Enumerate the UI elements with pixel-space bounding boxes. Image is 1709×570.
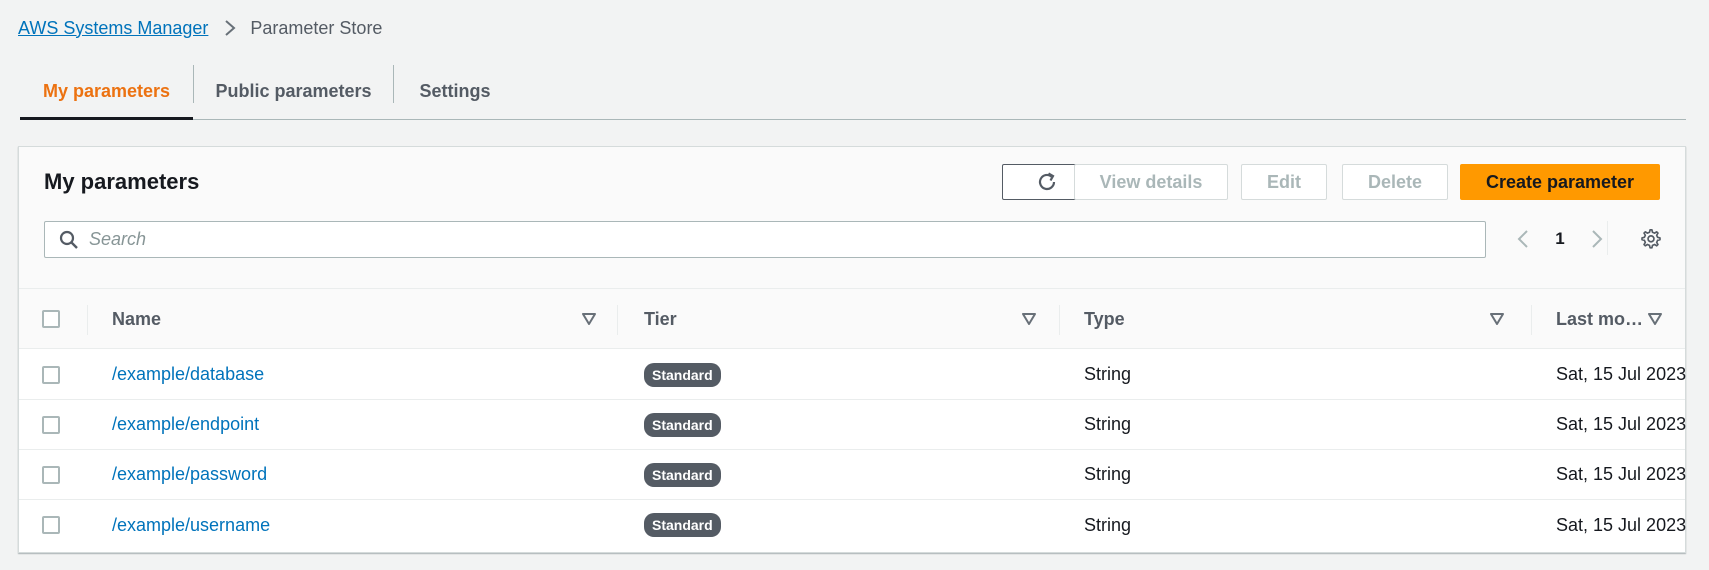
tab-bar: My parameters Public parameters Settings bbox=[20, 64, 1686, 120]
row-checkbox[interactable] bbox=[42, 366, 60, 384]
column-header-last-modified[interactable]: Last mo… bbox=[1556, 289, 1643, 349]
type-cell: String bbox=[1084, 364, 1132, 384]
parameter-name-link[interactable]: /example/password bbox=[112, 464, 267, 485]
row-checkbox[interactable] bbox=[42, 516, 60, 534]
tier-badge: Standard bbox=[644, 412, 721, 437]
delete-button[interactable]: Delete bbox=[1342, 164, 1448, 200]
select-all-checkbox[interactable] bbox=[42, 310, 60, 328]
type-cell: String bbox=[1084, 464, 1132, 484]
column-divider bbox=[1531, 305, 1532, 335]
row-checkbox[interactable] bbox=[42, 466, 60, 484]
tier-badge: Standard bbox=[644, 362, 721, 387]
type-cell: String bbox=[1084, 514, 1132, 535]
table-row[interactable]: /example/endpoint Standard String Sat, 1… bbox=[19, 400, 1687, 450]
refresh-icon bbox=[1035, 170, 1059, 194]
current-page-number[interactable]: 1 bbox=[1537, 229, 1583, 249]
last-modified-cell: Sat, 15 Jul 2023 bbox=[1556, 364, 1687, 384]
gear-icon[interactable] bbox=[1637, 225, 1665, 253]
tier-badge: Standard bbox=[644, 462, 721, 487]
parameter-name-link[interactable]: /example/database bbox=[112, 364, 264, 385]
type-cell: String bbox=[1084, 414, 1132, 434]
parameter-name-link[interactable]: /example/endpoint bbox=[112, 414, 259, 435]
column-header-type[interactable]: Type bbox=[1084, 289, 1125, 349]
search-icon bbox=[59, 230, 79, 250]
tab-my-parameters[interactable]: My parameters bbox=[20, 64, 193, 120]
sort-down-icon[interactable] bbox=[1489, 311, 1505, 327]
column-header-name[interactable]: Name bbox=[112, 289, 161, 349]
edit-button[interactable]: Edit bbox=[1241, 164, 1327, 200]
last-modified-cell: Sat, 15 Jul 2023 bbox=[1556, 414, 1687, 434]
sort-down-icon[interactable] bbox=[581, 311, 597, 327]
pager-divider bbox=[1607, 221, 1608, 255]
tier-badge: Standard bbox=[644, 513, 721, 537]
column-divider bbox=[87, 305, 88, 335]
search-box bbox=[44, 221, 1486, 258]
chevron-right-icon bbox=[224, 19, 236, 37]
panel-title: My parameters bbox=[44, 169, 200, 194]
row-checkbox[interactable] bbox=[42, 416, 60, 434]
breadcrumb: AWS Systems Manager Parameter Store bbox=[18, 16, 382, 40]
breadcrumb-current: Parameter Store bbox=[250, 17, 383, 38]
sort-down-icon[interactable] bbox=[1021, 311, 1037, 327]
pagination: 1 bbox=[1509, 219, 1611, 259]
search-input[interactable] bbox=[89, 222, 1485, 257]
tab-settings[interactable]: Settings bbox=[394, 64, 516, 119]
tab-public-parameters[interactable]: Public parameters bbox=[194, 64, 393, 119]
table-row[interactable]: /example/password Standard String Sat, 1… bbox=[19, 450, 1687, 500]
view-details-button[interactable]: View details bbox=[1074, 164, 1228, 200]
column-divider bbox=[1059, 305, 1060, 335]
create-parameter-button[interactable]: Create parameter bbox=[1460, 164, 1660, 200]
breadcrumb-systems-manager-link[interactable]: AWS Systems Manager bbox=[18, 18, 208, 39]
panel-header: My parameters View details Edit Delete C… bbox=[19, 147, 1685, 289]
parameter-name-link[interactable]: /example/username bbox=[112, 515, 270, 536]
parameter-store-page: AWS Systems Manager Parameter Store My p… bbox=[0, 0, 1709, 570]
previous-page-icon[interactable] bbox=[1509, 225, 1537, 253]
table-row[interactable]: /example/username Standard String Sat, 1… bbox=[19, 500, 1687, 550]
column-header-tier[interactable]: Tier bbox=[644, 289, 677, 349]
table-row[interactable]: /example/database Standard String Sat, 1… bbox=[19, 350, 1687, 400]
sort-down-icon[interactable] bbox=[1647, 311, 1663, 327]
last-modified-cell: Sat, 15 Jul 2023 bbox=[1556, 514, 1687, 535]
column-divider bbox=[617, 305, 618, 335]
last-modified-cell: Sat, 15 Jul 2023 bbox=[1556, 464, 1687, 484]
table-header: Name Tier Type Last mo… bbox=[19, 289, 1685, 349]
my-parameters-panel: My parameters View details Edit Delete C… bbox=[18, 146, 1686, 553]
